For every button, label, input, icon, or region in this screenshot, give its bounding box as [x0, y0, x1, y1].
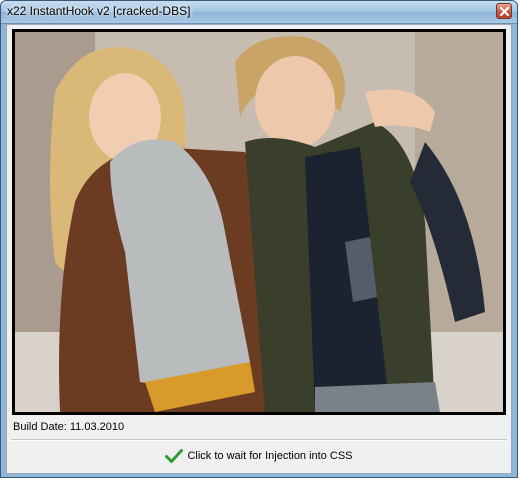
photo-image	[15, 32, 503, 412]
banner-image	[15, 32, 503, 412]
close-icon	[500, 7, 509, 16]
app-window: x22 InstantHook v2 [cracked-DBS] Build D…	[0, 0, 518, 478]
wait-for-injection-button[interactable]: Click to wait for Injection into CSS	[13, 443, 505, 469]
window-title: x22 InstantHook v2 [cracked-DBS]	[7, 4, 191, 18]
image-frame	[12, 29, 506, 415]
title-bar[interactable]: x22 InstantHook v2 [cracked-DBS]	[1, 1, 517, 24]
build-date-label: Build Date: 11.03.2010	[13, 421, 125, 433]
divider	[11, 439, 507, 441]
client-area: Build Date: 11.03.2010 Click to wait for…	[6, 24, 512, 474]
checkmark-icon	[165, 449, 184, 463]
wait-for-injection-label: Click to wait for Injection into CSS	[187, 450, 353, 462]
close-button[interactable]	[496, 3, 512, 19]
